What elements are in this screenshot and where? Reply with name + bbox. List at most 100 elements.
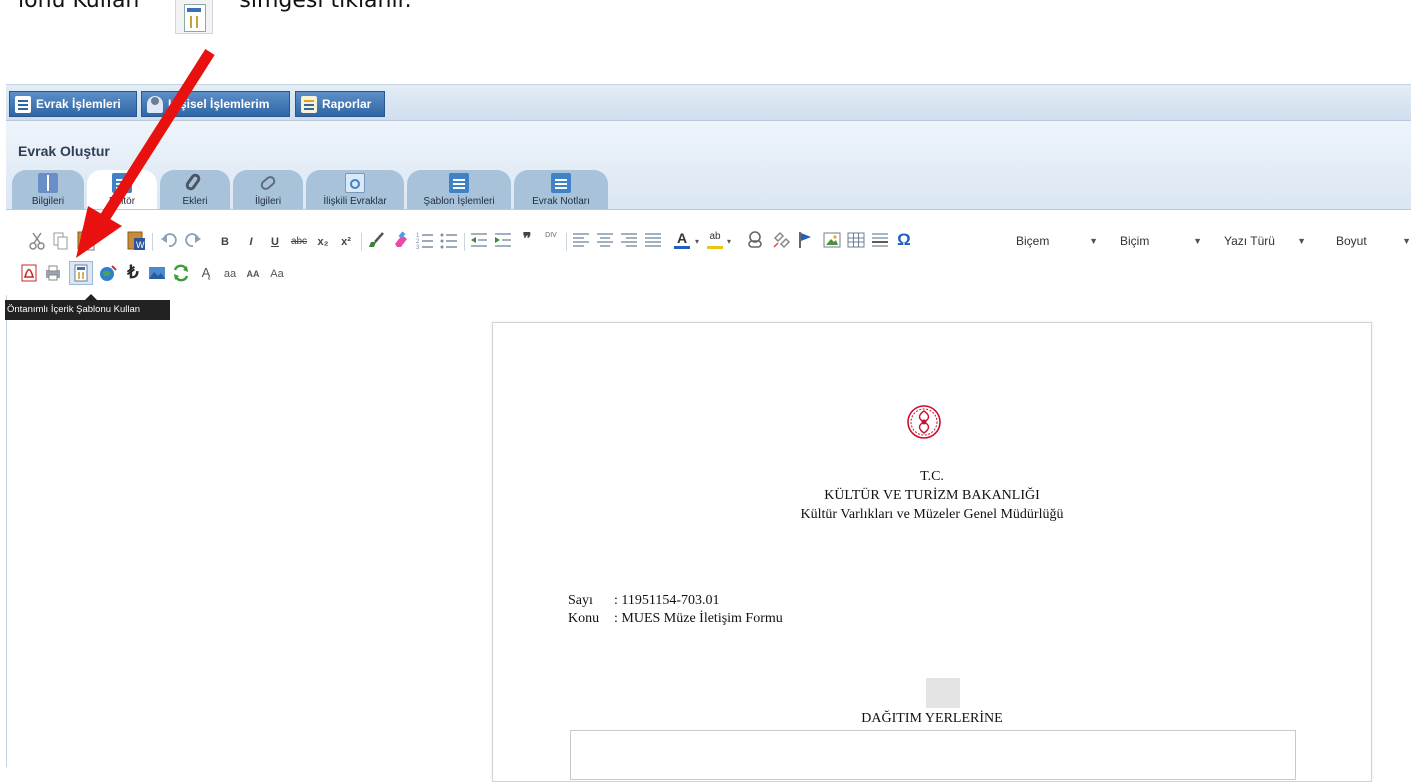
pdf-export-button[interactable]	[20, 263, 38, 285]
numbered-list-button[interactable]: 123	[416, 230, 434, 252]
redo-icon	[185, 233, 201, 247]
copy-icon	[53, 232, 68, 250]
tab-evrak-notlari[interactable]: Evrak Notları	[514, 170, 608, 209]
uppercase-button[interactable]: AA	[244, 263, 262, 285]
default-template-button[interactable]	[69, 261, 93, 285]
convert-button[interactable]	[172, 263, 190, 285]
document-icon	[449, 173, 469, 193]
paste-word-button[interactable]: W	[126, 229, 146, 251]
div-button[interactable]: DIV	[542, 231, 560, 253]
ministry-seal-icon	[907, 405, 941, 439]
toolbar-separator	[361, 233, 362, 251]
font-family-dropdown[interactable]: Yazı Türü ▼	[1216, 230, 1312, 252]
toolbar-separator	[566, 233, 567, 251]
tab-label: Bilgileri	[31, 196, 65, 207]
link-chain-icon	[748, 231, 762, 248]
indent-icon	[495, 233, 511, 247]
document-icon	[15, 96, 31, 113]
titlecase-button[interactable]: Aa	[268, 263, 286, 285]
tab-sablon-islemleri[interactable]: Şablon İşlemleri	[407, 170, 511, 209]
lowercase-button[interactable]: aa	[222, 263, 238, 285]
superscript-button[interactable]: x²	[337, 231, 355, 253]
doc-header-ministry: KÜLTÜR VE TURİZM BAKANLIĞI	[824, 488, 1040, 503]
outdent-icon	[471, 233, 487, 247]
related-docs-icon	[345, 173, 365, 193]
dropdown-label: Biçim	[1120, 234, 1150, 248]
chevron-down-icon: ▼	[1297, 236, 1306, 246]
font-size-dropdown[interactable]: Boyut ▼	[1328, 230, 1411, 252]
font-color-button[interactable]: A	[674, 229, 690, 249]
caption-after: simgesi tıklanır.	[239, 0, 412, 13]
nav-kisisel-islemlerim-button[interactable]: Kişisel İşlemlerim	[141, 91, 290, 117]
insert-table-button[interactable]	[847, 230, 865, 252]
doc-table[interactable]	[570, 730, 1296, 780]
italic-button[interactable]: I	[244, 231, 258, 253]
copy-button[interactable]	[52, 231, 70, 253]
exchange-icon	[173, 264, 189, 282]
instruction-caption: lonu Kullan simgesi tıklanır.	[18, 0, 412, 13]
horizontal-line-icon	[872, 233, 888, 247]
cut-button[interactable]	[28, 231, 46, 253]
bold-button[interactable]: B	[218, 231, 232, 253]
image-gallery-button[interactable]	[148, 263, 166, 285]
tab-label: İlgileri	[254, 196, 282, 207]
remove-link-button[interactable]	[771, 230, 791, 252]
table-icon	[847, 232, 865, 248]
nav-raporlar-button[interactable]: Raporlar	[295, 91, 385, 117]
tab-ilgileri[interactable]: İlgileri	[233, 170, 303, 209]
strikethrough-button[interactable]: abc	[289, 231, 309, 253]
tab-editor[interactable]: Editör	[87, 170, 157, 209]
blockquote-button[interactable]: ❞	[518, 229, 536, 251]
sayi-value: : 11951154-703.01	[614, 593, 720, 608]
redo-button[interactable]	[184, 230, 202, 252]
nav-evrak-islemleri-button[interactable]: Evrak İşlemleri	[9, 91, 137, 117]
paperclip-icon	[183, 171, 203, 193]
spellcheck-button[interactable]	[98, 263, 118, 285]
book-icon	[38, 173, 58, 193]
justify-button[interactable]	[644, 230, 662, 252]
paste-button[interactable]	[76, 229, 96, 251]
unlink-icon	[773, 231, 791, 249]
anchor-button[interactable]	[797, 230, 813, 252]
copy-format-button[interactable]	[367, 230, 387, 252]
undo-icon	[161, 233, 177, 247]
bulleted-list-icon	[440, 233, 457, 249]
scissors-icon	[29, 232, 45, 250]
bg-color-dropdown-arrow[interactable]: ▾	[724, 231, 734, 253]
bulleted-list-button[interactable]	[440, 230, 458, 252]
undo-button[interactable]	[160, 230, 178, 252]
print-button[interactable]	[44, 263, 62, 285]
tab-iliskili-evraklar[interactable]: İlişkili Evraklar	[306, 170, 404, 209]
indent-button[interactable]	[494, 230, 512, 252]
nav-label: Kişisel İşlemlerim	[168, 97, 270, 111]
nav-label: Raporlar	[322, 97, 372, 111]
align-center-button[interactable]	[596, 230, 614, 252]
underline-button[interactable]: U	[268, 231, 282, 253]
panel-title: Evrak Oluştur	[18, 143, 110, 159]
editor-toolbar	[6, 209, 1411, 295]
toolbar-separator	[464, 233, 465, 251]
align-right-button[interactable]	[620, 230, 638, 252]
report-icon	[301, 96, 317, 113]
paintbrush-icon	[369, 232, 384, 247]
align-left-button[interactable]	[572, 230, 590, 252]
style-dropdown[interactable]: Biçem ▼	[1008, 230, 1104, 252]
tab-bilgileri[interactable]: Bilgileri	[12, 170, 84, 209]
link-icon	[258, 174, 278, 192]
dropdown-label: Yazı Türü	[1224, 234, 1275, 248]
insert-link-button[interactable]	[745, 230, 765, 252]
horizontal-line-button[interactable]	[871, 230, 889, 252]
outdent-button[interactable]	[470, 230, 488, 252]
font-color-dropdown-arrow[interactable]: ▾	[692, 231, 702, 253]
bg-color-button[interactable]: ab	[707, 229, 723, 249]
clipboard-icon	[77, 230, 95, 251]
special-char-button[interactable]: Ω	[895, 229, 913, 251]
transliterate-button[interactable]: Ą	[196, 262, 216, 284]
subscript-button[interactable]: x₂	[314, 231, 332, 253]
align-left-icon	[573, 233, 589, 247]
turkish-lira-button[interactable]: ₺	[124, 261, 142, 283]
insert-image-button[interactable]	[823, 230, 841, 252]
remove-format-button[interactable]	[391, 230, 411, 252]
format-dropdown[interactable]: Biçim ▼	[1112, 230, 1208, 252]
tab-ekleri[interactable]: Ekleri	[160, 170, 230, 209]
